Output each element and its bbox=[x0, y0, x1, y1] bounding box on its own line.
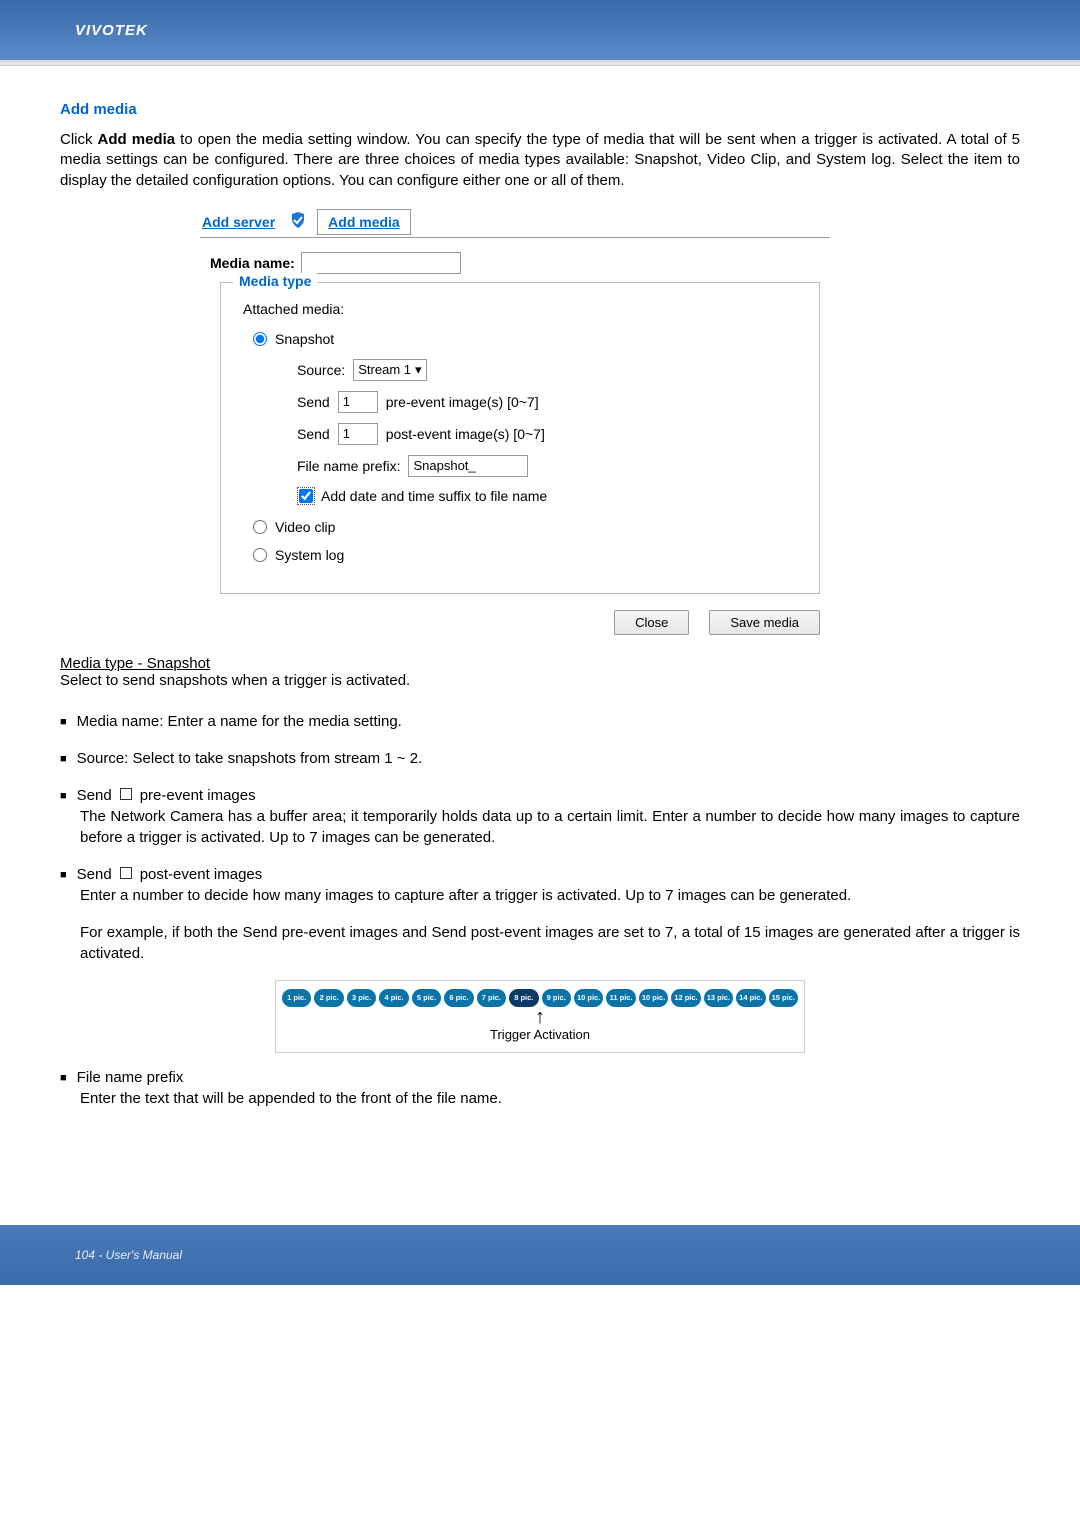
bullet-post-body: Enter a number to decide how many images… bbox=[80, 885, 1020, 906]
arrow-up-icon: ↑ bbox=[282, 1011, 798, 1023]
pic-cell: 15 pic. bbox=[769, 989, 798, 1007]
attached-label: Attached media: bbox=[243, 301, 803, 317]
bullet-post-tail: post-event images bbox=[140, 864, 263, 885]
bullet-media-name: Media name: Enter a name for the media s… bbox=[60, 711, 1020, 732]
post-event-input[interactable] bbox=[338, 423, 378, 445]
add-media-bold: Add media bbox=[98, 131, 176, 148]
content-area: Add media Click Add media to open the me… bbox=[0, 66, 1080, 1165]
pic-cell: 8 pic. bbox=[509, 989, 538, 1007]
post-event-suffix: post-event image(s) [0~7] bbox=[386, 426, 545, 442]
dialog-tabs: Add server Add media bbox=[200, 209, 830, 235]
save-media-button[interactable]: Save media bbox=[709, 610, 820, 635]
radio-syslog-label: System log bbox=[275, 547, 344, 563]
footer-band: 104 - User's Manual bbox=[0, 1225, 1080, 1285]
post-event-row: Send post-event image(s) [0~7] bbox=[297, 423, 803, 445]
bullet-post-event: Send post-event images Enter a number to… bbox=[60, 864, 1020, 964]
checkbox-placeholder-icon bbox=[120, 788, 132, 800]
bullet-pre-body: The Network Camera has a buffer area; it… bbox=[80, 806, 1020, 848]
sub-paragraph: Select to send snapshots when a trigger … bbox=[60, 672, 1020, 689]
bullet-source: Source: Select to take snapshots from st… bbox=[60, 748, 1020, 769]
pre-event-input[interactable] bbox=[338, 391, 378, 413]
source-row: Source: Stream 1 ▾ bbox=[297, 359, 803, 381]
send-label-pre: Send bbox=[297, 394, 330, 410]
media-name-label: Media name: bbox=[210, 255, 295, 271]
pic-cell: 11 pic. bbox=[606, 989, 635, 1007]
bullet-file-prefix-head: File name prefix bbox=[77, 1067, 184, 1088]
pic-cell: 12 pic. bbox=[671, 989, 700, 1007]
media-name-input[interactable] bbox=[301, 252, 461, 274]
suffix-checkbox[interactable] bbox=[299, 489, 313, 503]
bullet-pre-event: Send pre-event images The Network Camera… bbox=[60, 785, 1020, 848]
tab-underline bbox=[200, 237, 830, 238]
prefix-input[interactable] bbox=[408, 455, 528, 477]
prefix-label: File name prefix: bbox=[297, 458, 400, 474]
radio-video-clip[interactable] bbox=[253, 520, 267, 534]
media-name-row: Media name: bbox=[210, 252, 830, 274]
snapshot-subgroup: Source: Stream 1 ▾ Send pre-event image(… bbox=[297, 359, 803, 505]
fieldset-legend: Media type bbox=[233, 273, 317, 289]
bullet-source-text: Source: Select to take snapshots from st… bbox=[77, 748, 423, 769]
section-title: Add media bbox=[60, 101, 1020, 118]
send-label-post: Send bbox=[297, 426, 330, 442]
bullet-file-prefix-body: Enter the text that will be appended to … bbox=[80, 1088, 1020, 1109]
pre-event-row: Send pre-event image(s) [0~7] bbox=[297, 391, 803, 413]
intro-paragraph: Click Add media to open the media settin… bbox=[60, 130, 1020, 191]
bullet-file-prefix: File name prefix Enter the text that wil… bbox=[60, 1067, 1020, 1109]
radio-snapshot-label: Snapshot bbox=[275, 331, 334, 347]
tab-add-server[interactable]: Add server bbox=[200, 210, 277, 234]
subheading-media-type: Media type - Snapshot bbox=[60, 655, 1020, 672]
pic-cell: 7 pic. bbox=[477, 989, 506, 1007]
close-button[interactable]: Close bbox=[614, 610, 689, 635]
radio-snapshot[interactable] bbox=[253, 332, 267, 346]
pic-cell: 5 pic. bbox=[412, 989, 441, 1007]
bullet-example: For example, if both the Send pre-event … bbox=[80, 922, 1020, 964]
pic-cell: 9 pic. bbox=[542, 989, 571, 1007]
pics-row: 1 pic.2 pic.3 pic.4 pic.5 pic.6 pic.7 pi… bbox=[282, 989, 798, 1007]
radio-snapshot-row: Snapshot bbox=[253, 331, 803, 347]
source-value: Stream 1 bbox=[358, 362, 411, 377]
trigger-label: Trigger Activation bbox=[282, 1027, 798, 1042]
dialog-buttons: Close Save media bbox=[200, 610, 830, 635]
shield-icon bbox=[289, 211, 307, 232]
bullet-media-name-text: Media name: Enter a name for the media s… bbox=[77, 711, 402, 732]
checkbox-placeholder-icon bbox=[120, 867, 132, 879]
suffix-checkbox-row: Add date and time suffix to file name bbox=[297, 487, 803, 505]
bullet-pre-head: Send bbox=[77, 785, 112, 806]
pre-event-suffix: pre-event image(s) [0~7] bbox=[386, 394, 539, 410]
trigger-diagram: 1 pic.2 pic.3 pic.4 pic.5 pic.6 pic.7 pi… bbox=[275, 980, 805, 1053]
pic-cell: 10 pic. bbox=[639, 989, 668, 1007]
pic-cell: 2 pic. bbox=[314, 989, 343, 1007]
pic-cell: 3 pic. bbox=[347, 989, 376, 1007]
radio-system-log[interactable] bbox=[253, 548, 267, 562]
source-select[interactable]: Stream 1 ▾ bbox=[353, 359, 426, 381]
suffix-checkbox-label: Add date and time suffix to file name bbox=[321, 488, 547, 504]
chevron-down-icon: ▾ bbox=[415, 362, 422, 378]
pic-cell: 1 pic. bbox=[282, 989, 311, 1007]
pic-cell: 6 pic. bbox=[444, 989, 473, 1007]
tab-add-media[interactable]: Add media bbox=[317, 209, 411, 235]
pic-cell: 4 pic. bbox=[379, 989, 408, 1007]
media-dialog: Add server Add media Media name: Media t… bbox=[200, 209, 830, 635]
media-type-fieldset: Media type Attached media: Snapshot Sour… bbox=[220, 282, 820, 594]
top-banner: VIVOTEK bbox=[0, 0, 1080, 60]
prefix-row: File name prefix: bbox=[297, 455, 803, 477]
bullet-post-head: Send bbox=[77, 864, 112, 885]
footer-text: 104 - User's Manual bbox=[75, 1248, 182, 1262]
pic-cell: 10 pic. bbox=[574, 989, 603, 1007]
bullet-pre-tail: pre-event images bbox=[140, 785, 256, 806]
pic-cell: 14 pic. bbox=[736, 989, 765, 1007]
source-label: Source: bbox=[297, 362, 345, 378]
pic-cell: 13 pic. bbox=[704, 989, 733, 1007]
dotted-focus bbox=[297, 487, 315, 505]
radio-video-label: Video clip bbox=[275, 519, 335, 535]
brand-text: VIVOTEK bbox=[75, 22, 148, 39]
radio-video-row: Video clip bbox=[253, 519, 803, 535]
radio-syslog-row: System log bbox=[253, 547, 803, 563]
